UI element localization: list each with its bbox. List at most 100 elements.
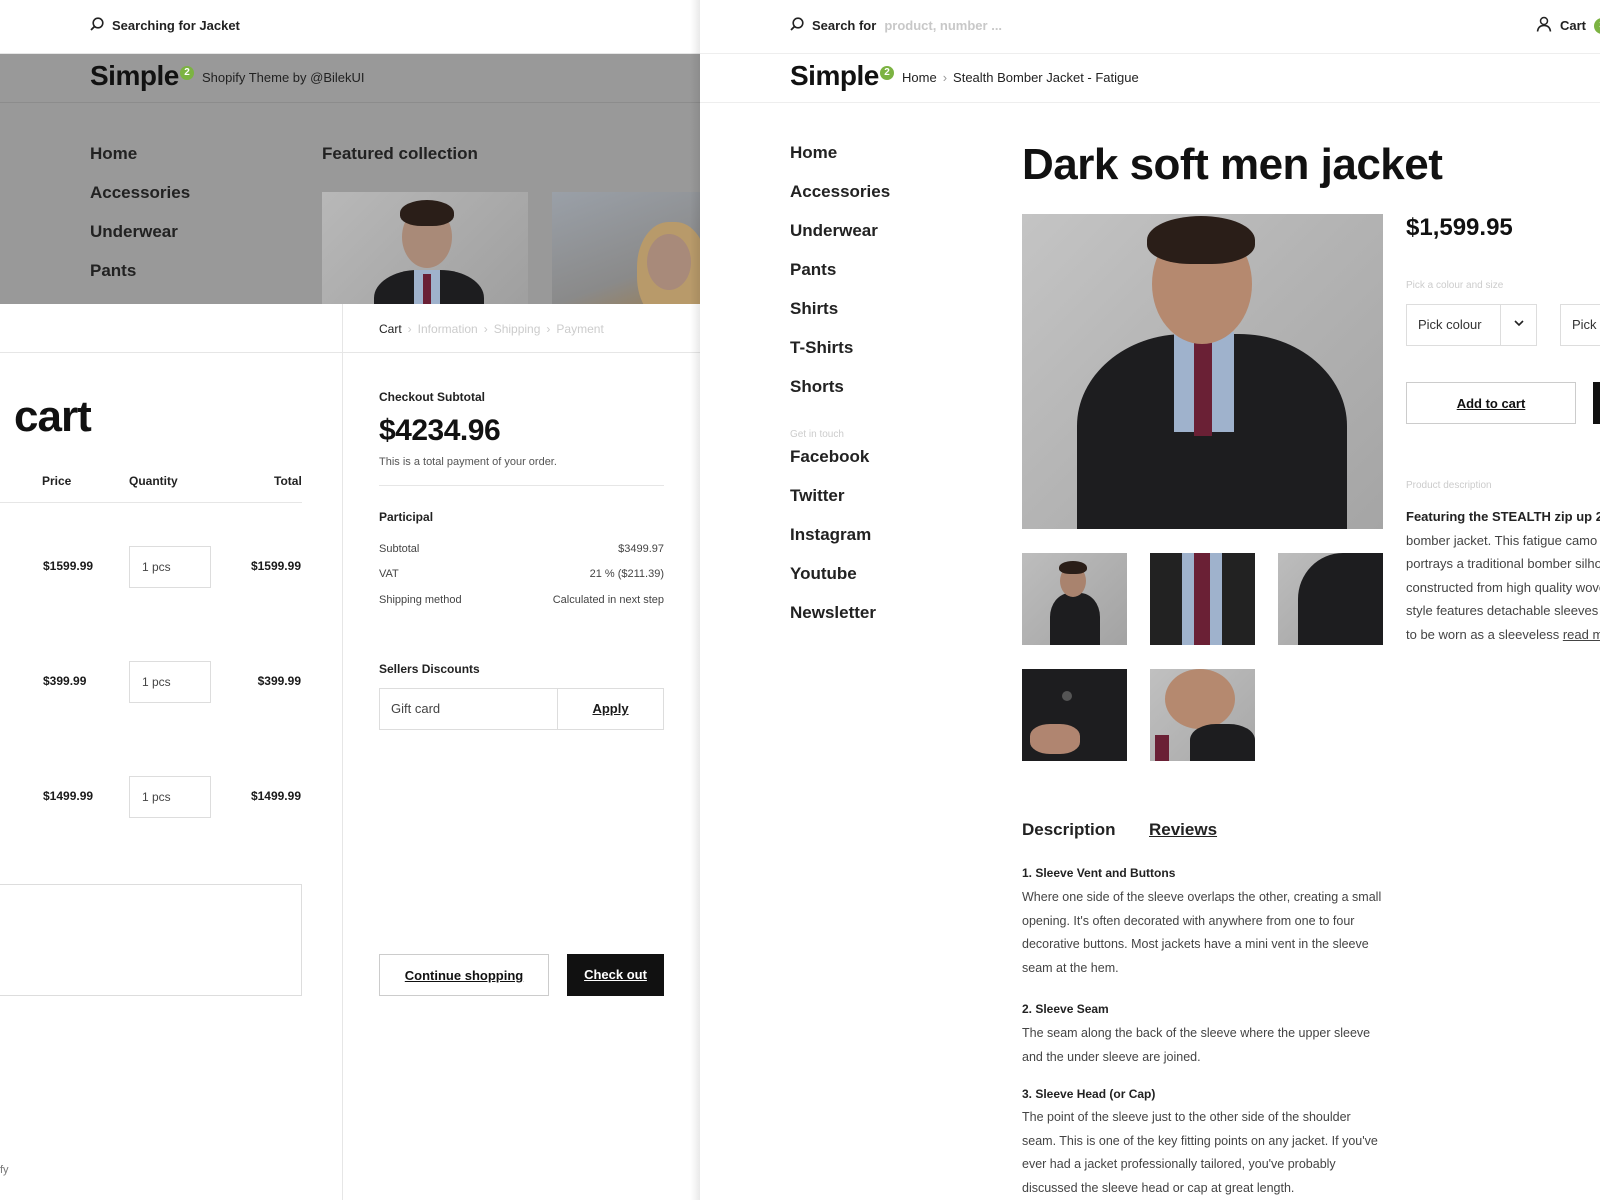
social-youtube[interactable]: Youtube [790,564,890,603]
nav-item-underwear[interactable]: Underwear [90,222,190,242]
spec-line: The seam along the back of the sleeve wh… [1022,1026,1371,1040]
chevron-right-icon: › [942,70,948,85]
sidebar-item-t-shirts[interactable]: T-Shirts [790,338,890,377]
tab-reviews[interactable]: Reviews [1149,820,1217,840]
divider [0,502,302,503]
continue-shopping-button[interactable]: Continue shopping [379,954,549,996]
description-line: bomber jacket. This fatigue camo pr [1406,532,1600,548]
size-select-value: Pick s [1572,317,1600,332]
description-line: style features detachable sleeves w [1406,603,1600,618]
description-line-last: to be worn as a sleeveless read mor [1406,623,1600,647]
search-placeholder[interactable]: product, number ... [884,18,1002,33]
check-out-button[interactable]: Check out [567,954,664,996]
buy-now-button[interactable] [1593,382,1600,424]
sellers-discounts-label: Sellers Discounts [379,662,480,676]
nav-item-accessories[interactable]: Accessories [90,183,190,203]
summary-row-value: Calculated in next step [552,594,664,606]
quantity-input[interactable]: 1 pcs [129,776,211,818]
button-detail [1062,691,1072,701]
step-shipping[interactable]: Shipping [494,322,541,336]
cart-item-total: $1599.99 [250,559,301,573]
add-to-cart-button[interactable]: Add to cart [1406,382,1576,424]
summary-row-value: $3499.97 [618,543,664,555]
cart-count-badge: 3 [1594,17,1600,34]
spec-title: 3. Sleeve Head (or Cap) [1022,1087,1156,1101]
tab-description[interactable]: Description [1022,820,1116,840]
top-bar: Search for product, number ... Cart 3 [700,0,1600,54]
sidebar-item-shirts[interactable]: Shirts [790,299,890,338]
spec-line: seam. This is one of the key fitting poi… [1022,1133,1378,1148]
product-description: Featuring the STEALTH zip up 2-in bomber… [1406,505,1600,646]
breadcrumb-home[interactable]: Home [902,70,937,85]
spec-line: and the under sleeve are joined. [1022,1049,1201,1064]
left-search[interactable]: Searching for Jacket [90,17,240,34]
store-logo: Simple 2 [90,60,194,92]
cart-title: cart [14,392,92,441]
summary-row-label: Subtotal [379,543,420,555]
sidebar-item-home[interactable]: Home [790,143,890,182]
step-payment[interactable]: Payment [556,322,603,336]
order-note-textarea[interactable] [0,884,302,996]
cart-label[interactable]: Cart [1560,18,1586,33]
sidebar-item-underwear[interactable]: Underwear [790,221,890,260]
cart-link[interactable]: Cart 3 [1536,16,1600,35]
description-line: constructed from high quality wove [1406,579,1600,595]
logo-badge: 2 [179,66,194,80]
nav-item-pants[interactable]: Pants [90,261,190,281]
user-icon[interactable] [1536,16,1552,35]
social-newsletter[interactable]: Newsletter [790,603,890,642]
divider [700,102,1600,103]
cart-item-total: $1499.99 [250,789,301,803]
sidebar-item-shorts[interactable]: Shorts [790,377,890,416]
summary-row-label: Shipping method [379,594,462,606]
colour-select[interactable]: Pick colour [1406,304,1537,346]
size-select[interactable]: Pick s [1560,304,1600,346]
quantity-input[interactable]: 1 pcs [129,661,211,703]
social-instagram[interactable]: Instagram [790,525,890,564]
product-thumbnail[interactable] [1022,553,1127,645]
product-page: Search for product, number ... Cart 3 Si… [700,0,1600,1200]
summary-row-value: 21 % ($211.39) [589,568,664,580]
step-information[interactable]: Information [418,322,478,336]
product-description-label: Product description [1406,480,1492,491]
participal-label: Participal [379,510,434,524]
column-quantity: Quantity [129,474,178,488]
gift-card-input[interactable]: Gift card [380,689,558,729]
sidebar-nav: Home Accessories Underwear Pants Shirts … [790,143,890,642]
summary-row: Subtotal $3499.97 [379,543,664,555]
column-total: Total [274,474,302,488]
read-more-link[interactable]: read mor [1563,627,1600,642]
cart-items-panel: cart Price Quantity Total $1599.99 1 pcs… [0,304,343,1200]
step-cart[interactable]: Cart [379,322,402,336]
chevron-right-icon: › [546,322,551,336]
cart-item-price: $1499.99 [43,789,94,803]
breadcrumb: Home › Stealth Bomber Jacket - Fatigue [902,70,1139,85]
get-in-touch-label: Get in touch [790,429,844,440]
spec-title: 1. Sleeve Vent and Buttons [1022,866,1176,880]
social-facebook[interactable]: Facebook [790,447,890,486]
social-twitter[interactable]: Twitter [790,486,890,525]
product-thumbnail[interactable] [1022,669,1127,761]
featured-product-image[interactable] [322,192,528,304]
spec-line: The point of the sleeve just to the othe… [1022,1110,1351,1124]
spec-line: discussed the sleeve head or cap at grea… [1022,1180,1295,1195]
checkout-steps: Cart › Information › Shipping › Payment [379,322,604,336]
product-thumbnail[interactable] [1150,669,1255,761]
product-main-image[interactable] [1022,214,1383,529]
sidebar-item-pants[interactable]: Pants [790,260,890,299]
nav-item-home[interactable]: Home [90,144,190,164]
chevron-down-icon [1500,305,1536,345]
description-line: portrays a traditional bomber silhou [1406,556,1600,571]
summary-row: VAT 21 % ($211.39) [379,568,664,580]
right-search[interactable]: Search for product, number ... [790,17,1002,34]
product-thumbnail[interactable] [1278,553,1383,645]
chevron-right-icon: › [407,322,412,336]
quantity-input[interactable]: 1 pcs [129,546,211,588]
featured-product-image-2[interactable] [552,192,700,304]
apply-button[interactable]: Apply [558,689,663,729]
sidebar-item-accessories[interactable]: Accessories [790,182,890,221]
product-thumbnail[interactable] [1150,553,1255,645]
store-logo[interactable]: Simple 2 [790,60,894,92]
checkout-subtotal-label: Checkout Subtotal [379,390,486,404]
spec-line: decorative buttons. Most jackets have a … [1022,937,1369,951]
